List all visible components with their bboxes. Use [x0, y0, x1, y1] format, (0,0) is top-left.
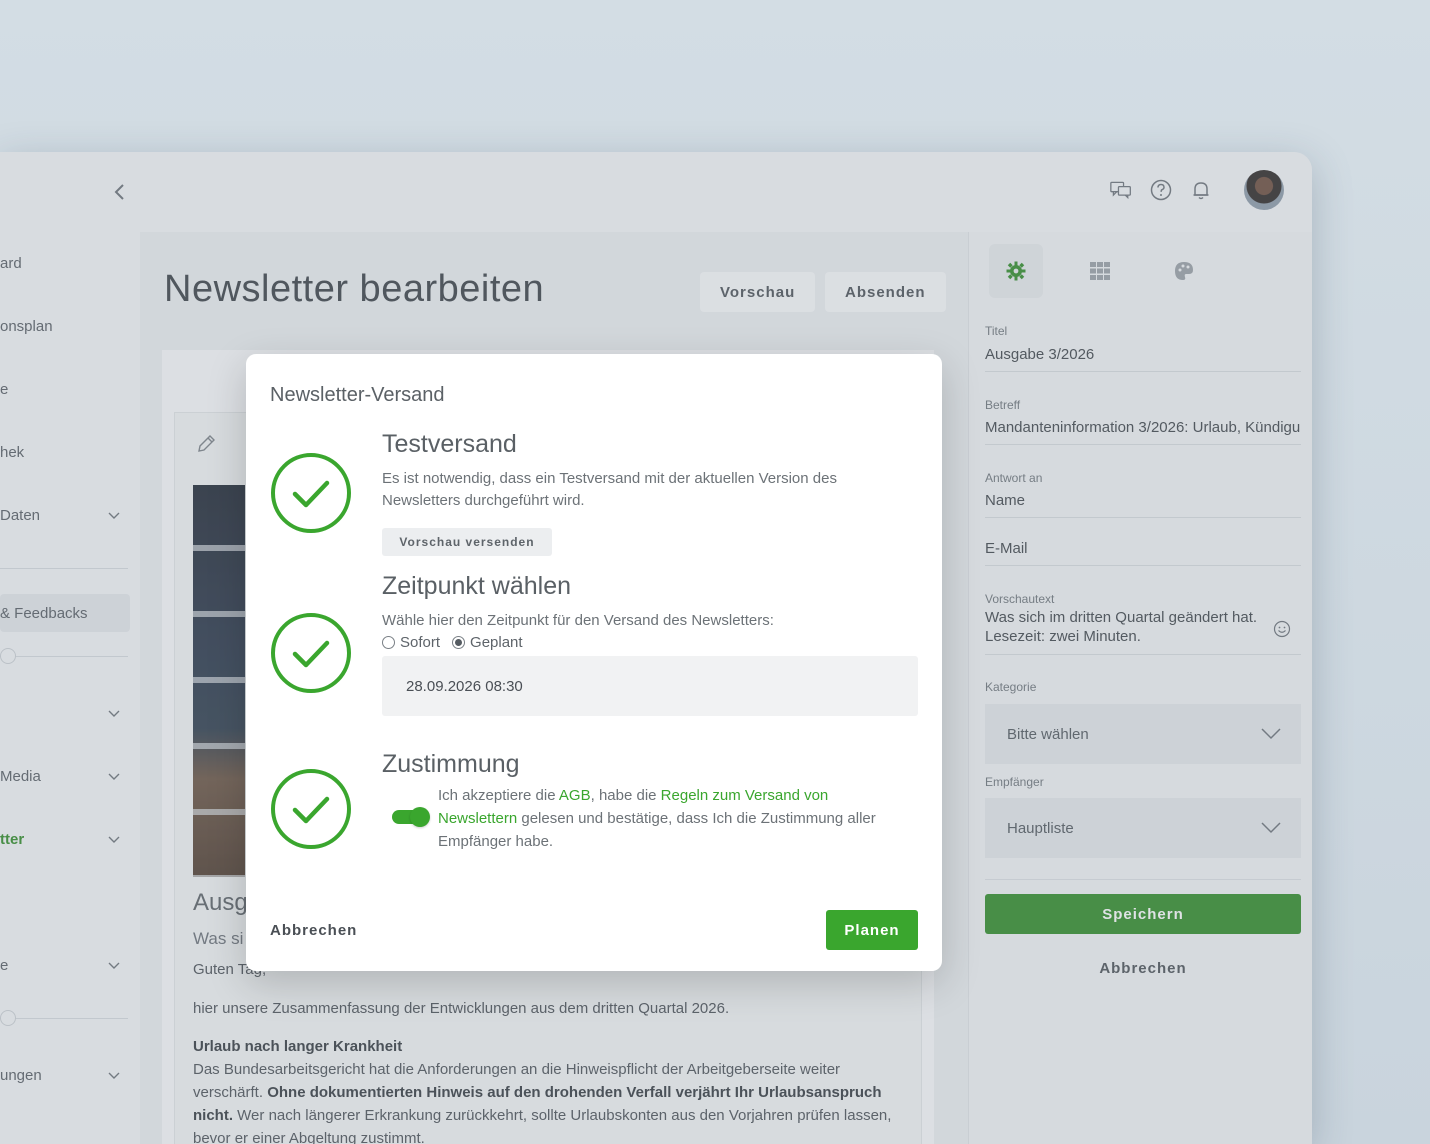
consent-text: Ich akzeptiere die AGB, habe die Regeln … — [438, 784, 908, 853]
schedule-text: Wähle hier den Zeitpunkt für den Versand… — [382, 612, 774, 629]
send-time-radio-group: Sofort Geplant — [382, 634, 523, 651]
datetime-input[interactable]: 28.09.2026 08:30 — [382, 656, 918, 716]
test-send-text: Es ist notwendig, dass ein Testversand m… — [382, 470, 837, 509]
radio-button[interactable] — [382, 636, 395, 649]
radio-label: Geplant — [470, 634, 523, 651]
send-preview-button[interactable]: Vorschau versenden — [382, 528, 552, 556]
consent-text-part: , habe die — [590, 787, 661, 804]
newsletter-send-dialog: Newsletter-Versand Testversand Es ist no… — [246, 354, 942, 971]
consent-toggle[interactable] — [392, 807, 430, 827]
check-circle-icon — [271, 613, 351, 693]
check-circle-icon — [271, 769, 351, 849]
consent-text-part: Ich akzeptiere die — [438, 787, 559, 804]
radio-planned[interactable]: Geplant — [452, 634, 523, 651]
dialog-title: Newsletter-Versand — [270, 384, 445, 406]
cancel-button[interactable]: Abbrechen — [270, 922, 357, 939]
check-circle-icon — [271, 453, 351, 533]
plan-button[interactable]: Planen — [826, 910, 918, 950]
radio-label: Sofort — [400, 634, 441, 651]
radio-now[interactable]: Sofort — [382, 634, 440, 651]
schedule-title: Zeitpunkt wählen — [382, 572, 572, 600]
test-send-title: Testversand — [382, 430, 517, 458]
agb-link[interactable]: AGB — [559, 787, 591, 804]
consent-title: Zustimmung — [382, 750, 520, 778]
radio-button[interactable] — [452, 636, 466, 649]
